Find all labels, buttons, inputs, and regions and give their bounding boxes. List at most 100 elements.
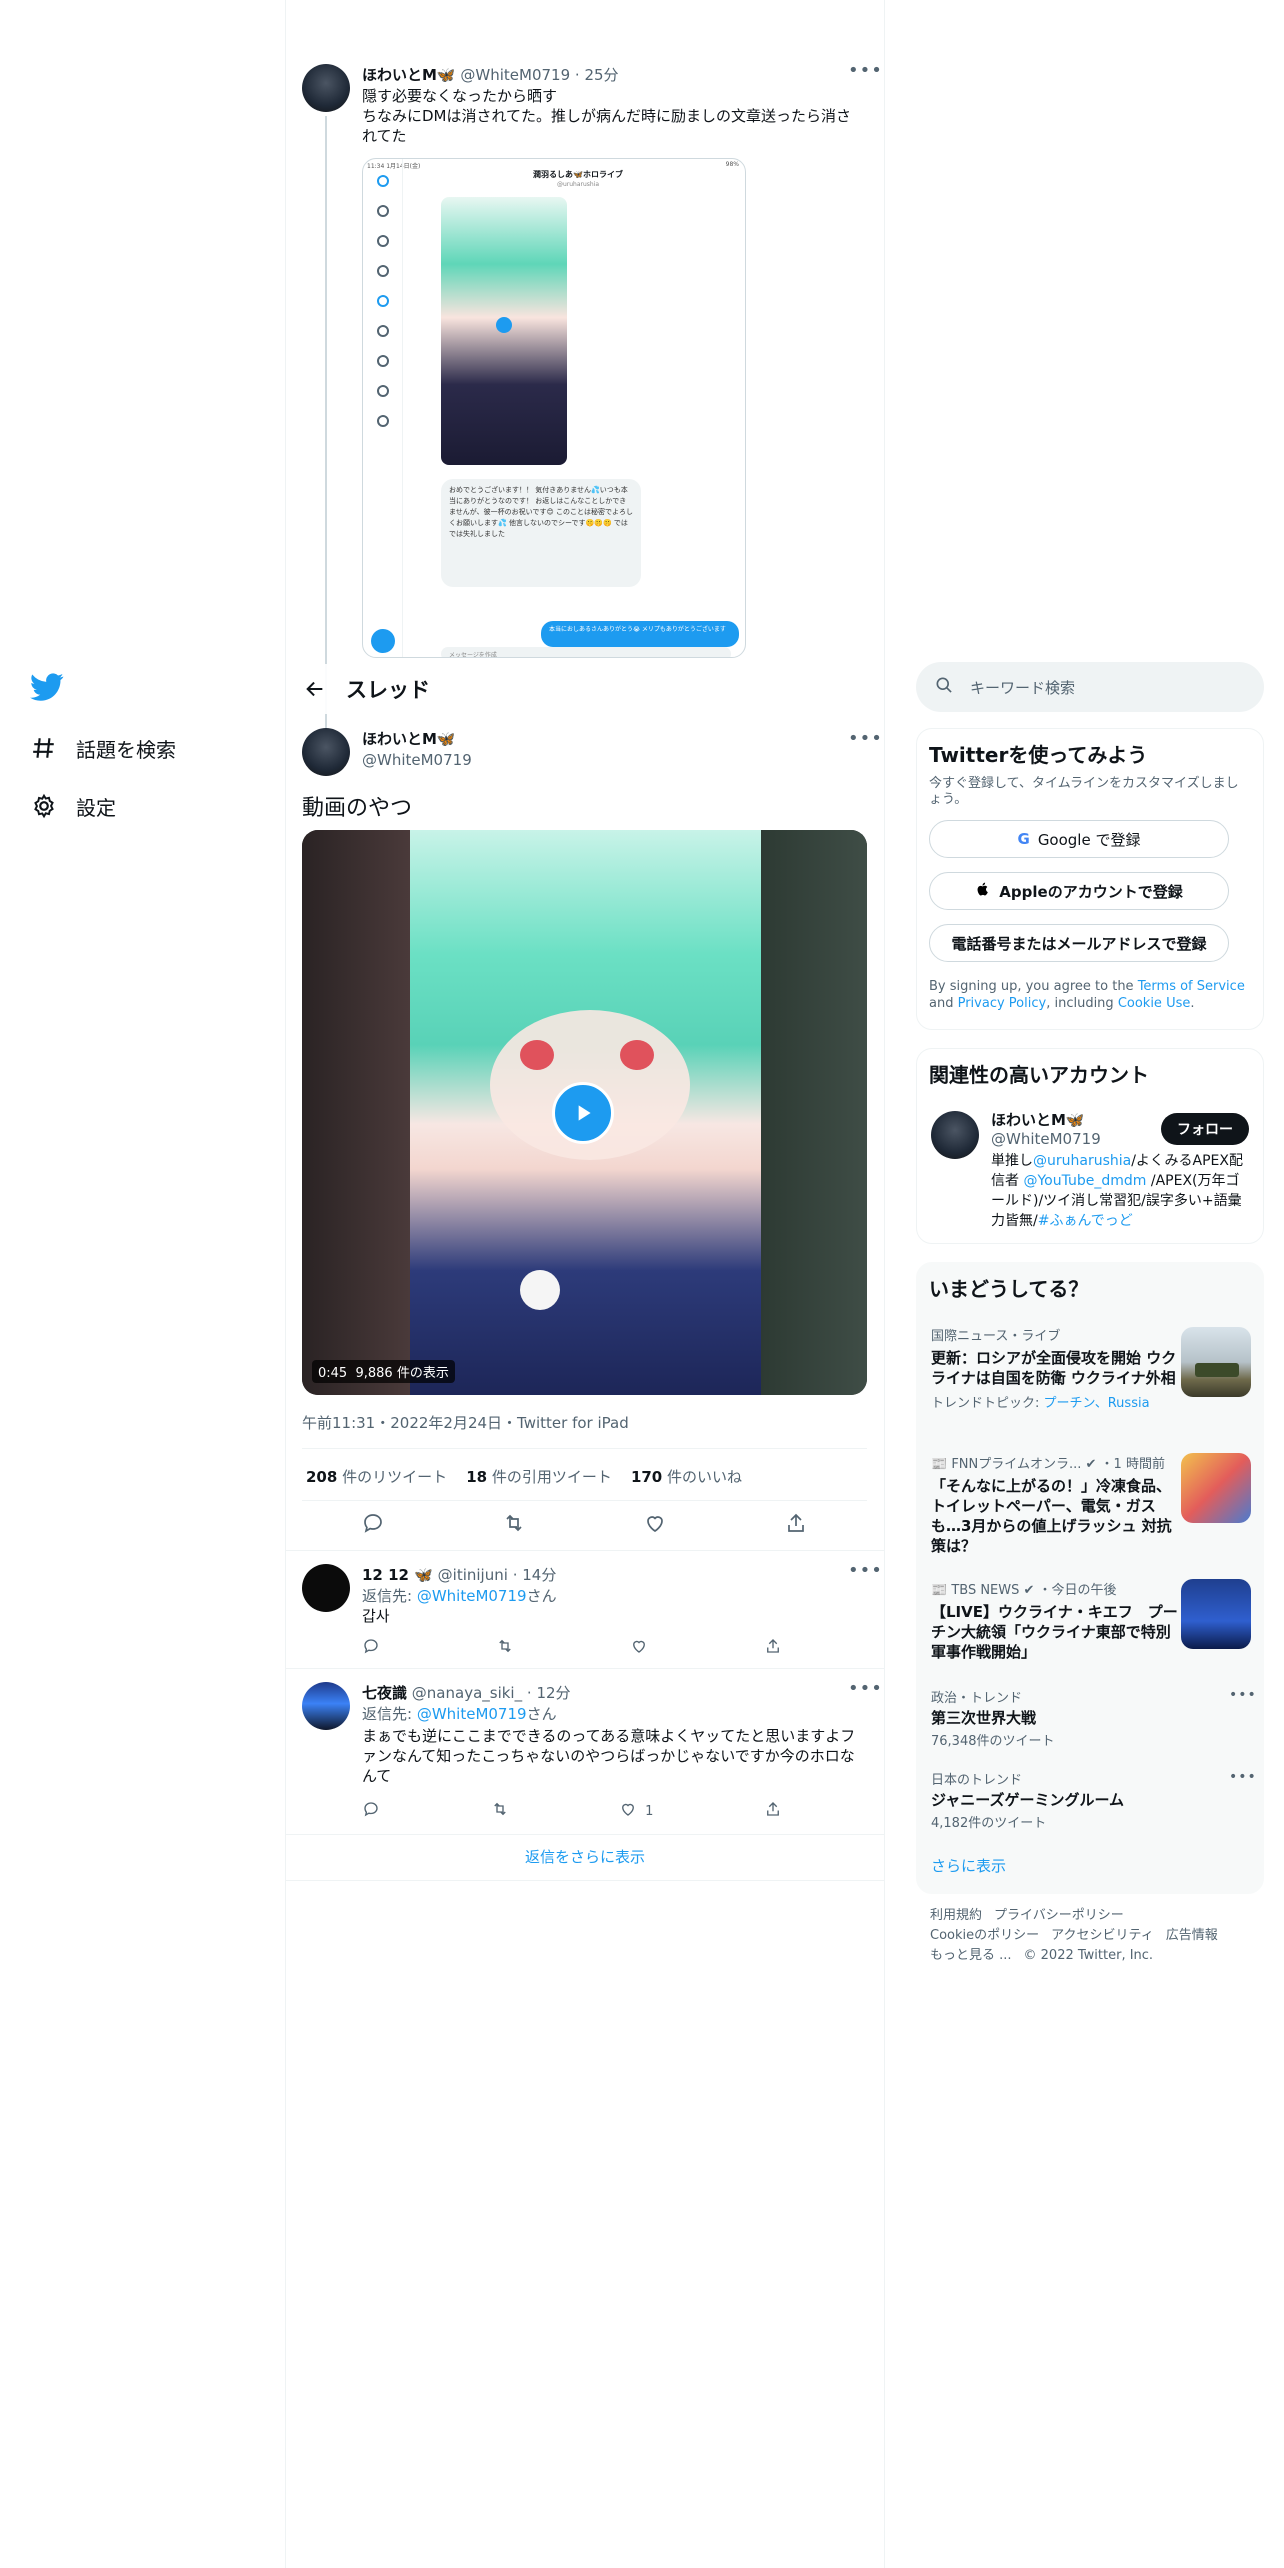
footer-link[interactable]: アクセシビリティ	[1051, 1928, 1154, 1943]
terms-link[interactable]: Terms of Service	[1138, 979, 1245, 994]
quote-count[interactable]: 18 件の引用ツイート	[466, 1468, 612, 1486]
image-sent-bubble: 本当におしあるさんありがとう😭 メリプもありがとうございます	[541, 621, 739, 647]
trend-thumbnail	[1181, 1327, 1251, 1397]
timestamp[interactable]: 14分	[522, 1566, 556, 1584]
share-icon[interactable]	[784, 1511, 808, 1539]
bio-link[interactable]: @uruharushia	[1033, 1153, 1131, 1169]
footer-link[interactable]: もっと見る ...	[930, 1948, 1012, 1963]
nav-explore[interactable]: 話題を検索	[30, 728, 176, 768]
more-icon[interactable]: •••	[848, 60, 883, 81]
share-icon[interactable]	[764, 1637, 782, 1659]
avatar[interactable]	[302, 1682, 350, 1730]
column-divider-left	[285, 0, 286, 2568]
hashtag-icon	[30, 734, 58, 762]
image-anime-art	[441, 197, 567, 465]
reply-icon[interactable]	[362, 1637, 380, 1659]
retweet-icon[interactable]	[502, 1511, 526, 1539]
reply-icon[interactable]	[361, 1511, 385, 1539]
like-icon[interactable]	[619, 1800, 637, 1822]
play-icon[interactable]	[552, 1082, 614, 1144]
video-views: 9,886 件の表示	[355, 1366, 449, 1381]
tweet-header: ほわいとM🦋 @WhiteM0719 · 25分	[362, 66, 619, 84]
display-name[interactable]: ほわいとM🦋	[362, 66, 456, 84]
timestamp[interactable]: 25分	[584, 66, 618, 84]
bio-link[interactable]: @YouTube_dmdm	[1023, 1173, 1146, 1189]
trend-item[interactable]: 政治・トレンド 第三次世界大戦 76,348件のツイート	[931, 1687, 1231, 1749]
cookie-link[interactable]: Cookie Use	[1118, 996, 1191, 1011]
footer-link[interactable]: プライバシーポリシー	[994, 1908, 1124, 1923]
show-more-replies-link[interactable]: 返信をさらに表示	[286, 1846, 884, 1867]
trend-item[interactable]: 国際ニュース・ライブ 更新：ロシアが全面侵攻を開始 ウクライナは自国を防衛 ウク…	[931, 1325, 1181, 1411]
like-icon[interactable]	[643, 1511, 667, 1539]
timestamp[interactable]: 12分	[536, 1684, 570, 1702]
apple-icon	[975, 881, 991, 901]
nav-explore-label: 話題を検索	[76, 737, 176, 762]
share-icon[interactable]	[764, 1800, 782, 1822]
relevant-accounts-panel: 関連性の高いアカウント ほわいとM🦋 @WhiteM0719 フォロー 単推し@…	[916, 1048, 1264, 1244]
nav-settings[interactable]: 設定	[30, 786, 116, 826]
phone-signup-button[interactable]: 電話番号またはメールアドレスで登録	[929, 924, 1229, 962]
handle[interactable]: @WhiteM0719	[460, 66, 570, 84]
footer-link[interactable]: 広告情報	[1166, 1928, 1218, 1943]
tweet-timestamp[interactable]: 午前11:31・2022年2月24日・Twitter for iPad	[302, 1412, 629, 1433]
gear-icon	[30, 792, 58, 820]
page-title: スレッド	[346, 678, 430, 702]
reply-to-handle[interactable]: @WhiteM0719	[417, 1705, 527, 1723]
trend-thumbnail	[1181, 1453, 1251, 1523]
search-input[interactable]: キーワード検索	[970, 677, 1075, 698]
video-player[interactable]: 0:45 9,886 件の表示	[302, 830, 867, 1395]
twitter-logo-icon[interactable]	[30, 670, 64, 704]
display-name[interactable]: ほわいとM🦋	[362, 728, 472, 749]
handle[interactable]: @nanaya_siki_	[412, 1684, 522, 1702]
retweet-icon[interactable]	[491, 1800, 509, 1822]
trend-item[interactable]: 📰 FNNプライムオンラ... ✔ ・1 時間前 「そんなに上がるの！」冷凍食品…	[931, 1453, 1181, 1556]
follow-button[interactable]: フォロー	[1161, 1113, 1249, 1145]
copyright: © 2022 Twitter, Inc.	[1023, 1948, 1154, 1963]
avatar[interactable]	[931, 1111, 979, 1159]
like-count[interactable]: 170 件のいいね	[631, 1468, 742, 1486]
avatar[interactable]	[302, 1564, 350, 1612]
signup-title: Twitterを使ってみよう	[929, 743, 1148, 767]
more-icon[interactable]: •••	[848, 1560, 883, 1581]
footer-link[interactable]: Cookieのポリシー	[930, 1928, 1039, 1943]
footer-link[interactable]: 利用規約	[930, 1908, 982, 1923]
retweet-count[interactable]: 208 件のリツイート	[306, 1468, 447, 1486]
tweet-line-1: 隠す必要なくなったから晒す	[362, 87, 558, 105]
privacy-link[interactable]: Privacy Policy	[958, 996, 1047, 1011]
tweet-text: 隠す必要なくなったから晒す ちなみにDMは消されてた。推しが病んだ時に励ましの文…	[362, 86, 866, 146]
search-box[interactable]: キーワード検索	[916, 662, 1264, 712]
avatar[interactable]	[302, 64, 350, 112]
more-icon[interactable]: •••	[1229, 1687, 1257, 1703]
tweet-image[interactable]: 11:34 1月14日(金) 98% 潤羽るしあ🦋ホロライブ @uruharus…	[362, 158, 746, 658]
trend-item[interactable]: 📰 TBS NEWS ✔ ・今日の午後 【LIVE】ウクライナ・キエフ プーチン…	[931, 1579, 1181, 1662]
google-icon: G	[1017, 830, 1030, 848]
like-button[interactable]: 1	[619, 1800, 653, 1822]
reply-to-handle[interactable]: @WhiteM0719	[417, 1587, 527, 1605]
more-icon[interactable]: •••	[848, 1678, 883, 1699]
like-icon[interactable]	[630, 1637, 648, 1659]
video-duration: 0:45	[318, 1366, 348, 1381]
google-signup-button[interactable]: G Google で登録	[929, 820, 1229, 858]
display-name[interactable]: 12 12 🦋	[362, 1566, 433, 1584]
back-arrow-icon[interactable]	[304, 678, 326, 700]
retweet-icon[interactable]	[496, 1637, 514, 1659]
image-status-right: 98%	[725, 161, 739, 168]
handle[interactable]: @WhiteM0719	[362, 751, 472, 769]
signup-panel: Twitterを使ってみよう 今すぐ登録して、タイムラインをカスタマイズしましょ…	[916, 728, 1264, 1030]
avatar[interactable]	[302, 728, 350, 776]
thread-line	[325, 116, 327, 728]
apple-signup-button[interactable]: Appleのアカウントで登録	[929, 872, 1229, 910]
tweet-actions	[302, 1512, 867, 1538]
relevant-account[interactable]: ほわいとM🦋 @WhiteM0719	[991, 1109, 1101, 1148]
bio-hashtag-link[interactable]: #ふぁんでっど	[1038, 1213, 1133, 1229]
display-name[interactable]: 七夜識	[362, 1684, 407, 1702]
trend-item[interactable]: 日本のトレンド ジャニーズゲーミングルーム 4,182件のツイート	[931, 1769, 1231, 1831]
reply-icon[interactable]	[362, 1800, 380, 1822]
more-icon[interactable]: •••	[1229, 1769, 1257, 1785]
more-icon[interactable]: •••	[848, 728, 883, 749]
handle[interactable]: @itinijuni	[438, 1566, 508, 1584]
show-more-trends-link[interactable]: さらに表示	[931, 1855, 1006, 1876]
trends-panel: いまどうしてる？ 国際ニュース・ライブ 更新：ロシアが全面侵攻を開始 ウクライナ…	[916, 1262, 1264, 1894]
image-message-bubble: おめでとうございます！！ 気付きありません💦いつも本当にありがとうなのです！ お…	[441, 479, 641, 587]
display-name: ほわいとM🦋	[991, 1111, 1085, 1129]
